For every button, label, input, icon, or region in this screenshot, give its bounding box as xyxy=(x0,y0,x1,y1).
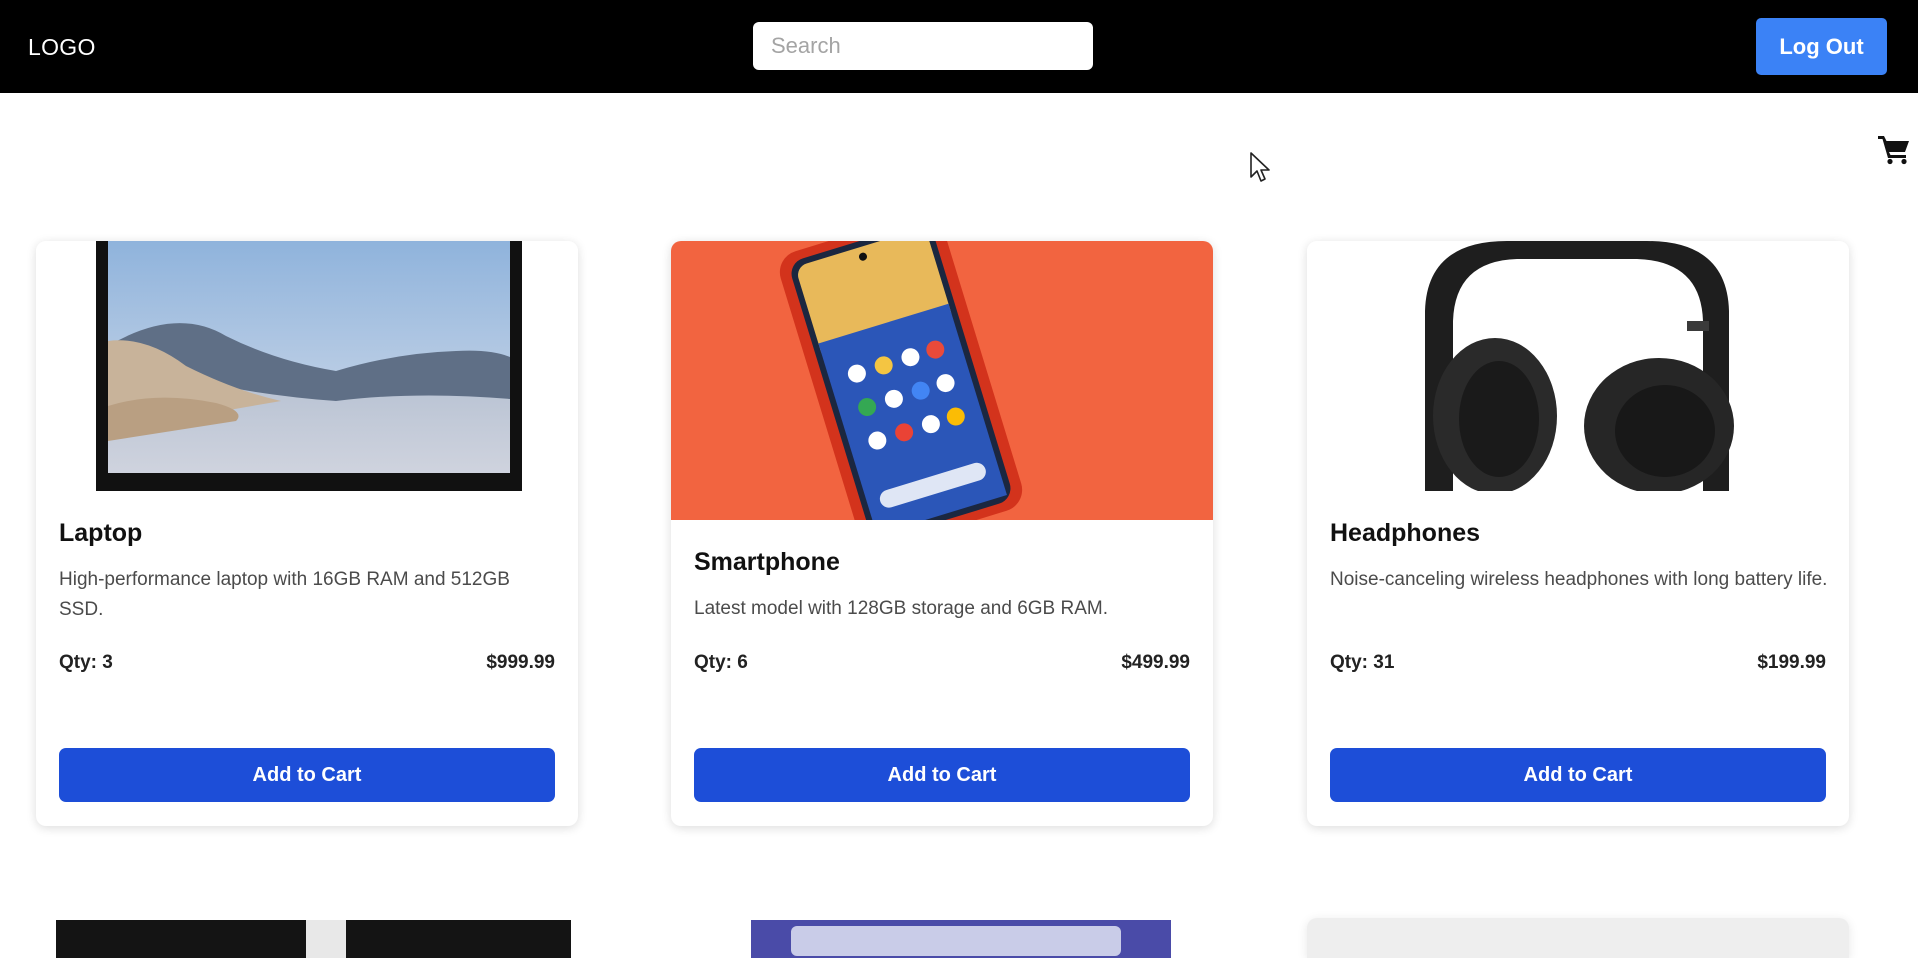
add-to-cart-button[interactable]: Add to Cart xyxy=(694,748,1190,802)
product-quantity: Qty: 3 xyxy=(59,652,113,673)
product-quantity: Qty: 6 xyxy=(694,652,748,673)
product-description: Noise-canceling wireless headphones with… xyxy=(1330,569,1828,590)
product-price: $499.99 xyxy=(1121,652,1190,673)
product-title: Laptop xyxy=(59,519,143,547)
add-to-cart-button[interactable]: Add to Cart xyxy=(1330,748,1826,802)
product-card-headphones: Headphones Noise-canceling wireless head… xyxy=(1307,241,1849,826)
product-description: High-performance laptop with 16GB RAM an… xyxy=(59,569,510,620)
product-title: Smartphone xyxy=(694,548,840,576)
product-image-partial xyxy=(671,918,1213,958)
top-navbar: LOGO Log Out xyxy=(0,0,1918,93)
product-card-partial xyxy=(36,918,578,958)
product-image-smartphone xyxy=(671,241,1213,520)
product-title: Headphones xyxy=(1330,519,1481,547)
product-price: $199.99 xyxy=(1757,652,1826,673)
product-quantity: Qty: 31 xyxy=(1330,652,1395,673)
search-input[interactable] xyxy=(753,22,1093,70)
logo[interactable]: LOGO xyxy=(28,32,96,62)
product-price: $999.99 xyxy=(486,652,555,673)
add-to-cart-button[interactable]: Add to Cart xyxy=(59,748,555,802)
product-card-smartphone: Smartphone Latest model with 128GB stora… xyxy=(671,241,1213,826)
log-out-button[interactable]: Log Out xyxy=(1756,18,1887,75)
product-description: Latest model with 128GB storage and 6GB … xyxy=(694,598,1108,619)
mouse-cursor-icon xyxy=(1250,152,1270,182)
product-card-partial xyxy=(671,918,1213,958)
product-image-partial xyxy=(36,918,578,958)
product-image-laptop xyxy=(36,241,578,491)
product-card-laptop: Laptop High-performance laptop with 16GB… xyxy=(36,241,578,826)
shopping-cart-icon[interactable] xyxy=(1877,133,1911,165)
product-card-partial xyxy=(1307,918,1849,958)
product-image-headphones xyxy=(1307,241,1849,491)
